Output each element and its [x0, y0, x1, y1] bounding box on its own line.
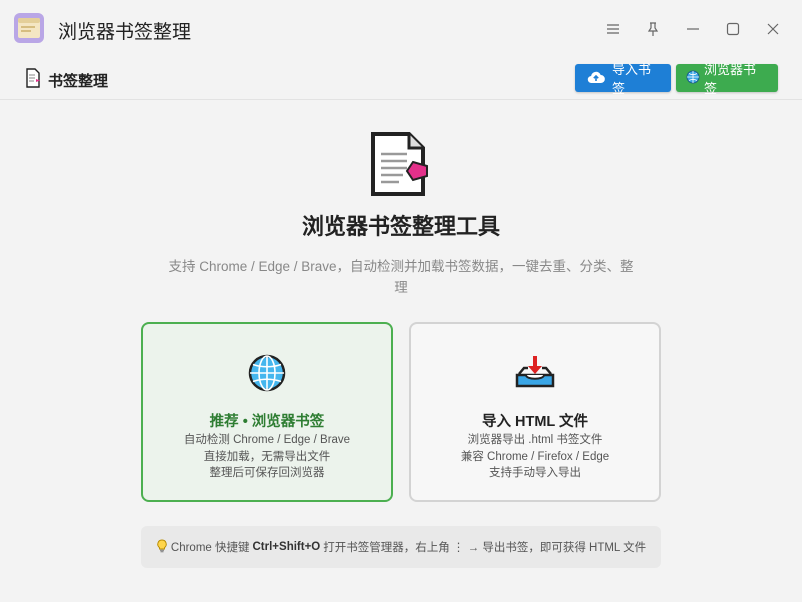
html-card-line: 支持手动导入导出	[489, 467, 581, 479]
close-icon[interactable]	[755, 14, 791, 44]
browser-bookmarks-label: 浏览器书签	[704, 62, 757, 96]
html-card-title: 导入 HTML 文件	[481, 414, 589, 430]
browser-card-line: 直接加载，无需导出文件	[203, 450, 331, 463]
tip-suffix: 打开书签管理器，右上角 ⋮ → 导出书签，即可获得 HTML 文件	[323, 542, 647, 554]
page-header: 书签整理 导入书签 浏览器书签	[0, 58, 802, 100]
browser-card-title: 推荐 • 浏览器书签	[209, 414, 325, 430]
html-card-description: 浏览器导出 .html 书签文件 兼容 Chrome / Firefox / E…	[411, 432, 659, 482]
window-title: 浏览器书签整理	[58, 22, 192, 43]
browser-bookmarks-button[interactable]: 浏览器书签	[676, 62, 778, 96]
import-bookmarks-button[interactable]: 导入书签	[575, 62, 671, 96]
tip-prefix: Chrome 快捷键	[170, 542, 250, 554]
globe-icon	[248, 354, 286, 397]
hero-title: 浏览器书签整理工具	[301, 214, 500, 239]
maximize-icon[interactable]	[715, 14, 751, 44]
browser-card-line: 自动检测 Chrome / Edge / Brave	[183, 434, 351, 446]
title-bar: 浏览器书签整理	[0, 0, 802, 58]
bookmark-document-icon	[367, 130, 433, 198]
page-title: 书签整理	[48, 73, 109, 90]
html-card-line: 浏览器导出 .html 书签文件	[467, 434, 603, 446]
inbox-download-icon	[514, 354, 556, 395]
lightbulb-icon	[156, 539, 168, 556]
browser-card-description: 自动检测 Chrome / Edge / Brave 直接加载，无需导出文件 整…	[143, 432, 391, 482]
cloud-upload-icon	[587, 70, 605, 87]
globe-icon	[686, 70, 700, 87]
html-card-line: 兼容 Chrome / Firefox / Edge	[460, 450, 610, 463]
browser-bookmarks-card[interactable]: 推荐 • 浏览器书签 自动检测 Chrome / Edge / Brave 直接…	[141, 322, 393, 502]
pin-icon[interactable]	[635, 14, 671, 44]
minimize-icon[interactable]	[675, 14, 711, 44]
page-title-group: 书签整理	[24, 68, 108, 93]
browser-card-line: 整理后可保存回浏览器	[209, 467, 325, 479]
html-import-card[interactable]: 导入 HTML 文件 浏览器导出 .html 书签文件 兼容 Chrome / …	[409, 322, 661, 502]
tip-banner: Chrome 快捷键 Ctrl+Shift+O 打开书签管理器，右上角 ⋮ → …	[141, 526, 661, 568]
hero-subtitle: 支持 Chrome / Edge / Brave，自动检测并加载书签数据，一键去…	[168, 259, 634, 295]
tip-shortcut: Ctrl+Shift+O	[252, 541, 321, 553]
app-icon	[13, 12, 45, 44]
import-bookmarks-label: 导入书签	[612, 62, 652, 96]
menu-icon[interactable]	[595, 14, 631, 44]
document-icon	[24, 68, 42, 93]
